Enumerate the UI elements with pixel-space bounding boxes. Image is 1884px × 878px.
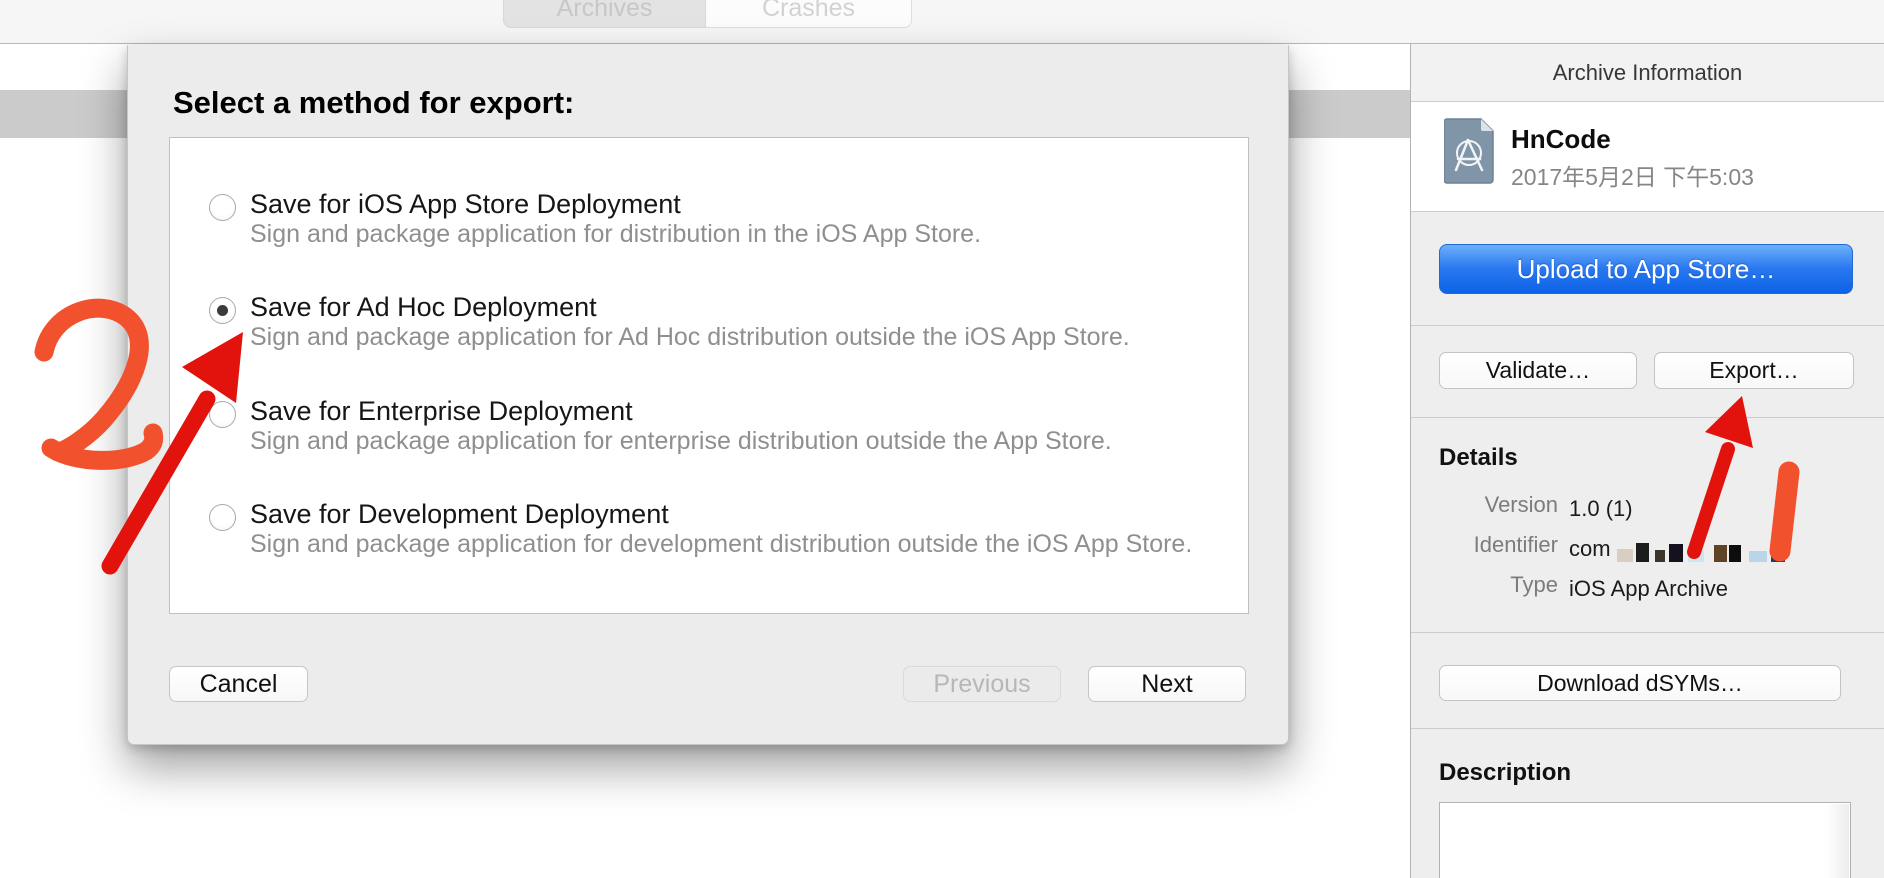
option-subtitle: Sign and package application for develop…: [250, 530, 1192, 559]
validate-button[interactable]: Validate…: [1439, 352, 1637, 389]
identifier-value: com: [1569, 532, 1785, 562]
detail-row-type: Type iOS App Archive: [1411, 572, 1884, 602]
description-scrollbar[interactable]: [1828, 804, 1849, 878]
type-label: Type: [1411, 572, 1558, 602]
description-textarea[interactable]: [1439, 802, 1851, 878]
option-title: Save for iOS App Store Deployment: [250, 189, 681, 220]
archive-date: 2017年5月2日 下午5:03: [1511, 158, 1754, 192]
option-app-store-deployment[interactable]: Save for iOS App Store Deployment Sign a…: [170, 189, 1248, 259]
archive-information-header: Archive Information: [1411, 44, 1884, 102]
details-heading: Details: [1439, 444, 1518, 472]
radio-ad-hoc-selected[interactable]: [209, 297, 236, 324]
cancel-button[interactable]: Cancel: [169, 666, 308, 702]
app-archive-icon: [1444, 118, 1496, 184]
dialog-title: Select a method for export:: [173, 85, 574, 121]
type-value: iOS App Archive: [1569, 572, 1728, 602]
option-title: Save for Ad Hoc Deployment: [250, 292, 597, 323]
export-options-box: Save for iOS App Store Deployment Sign a…: [169, 137, 1249, 614]
archive-information-panel: Archive Information HnCode 2017年5月2日 下午5…: [1410, 44, 1884, 878]
detail-row-identifier: Identifier com: [1411, 532, 1884, 562]
next-button[interactable]: Next: [1088, 666, 1246, 702]
detail-row-version: Version 1.0 (1): [1411, 492, 1884, 522]
upload-to-app-store-button[interactable]: Upload to App Store…: [1439, 244, 1853, 294]
radio-dot: [217, 305, 228, 316]
option-title: Save for Enterprise Deployment: [250, 396, 633, 427]
description-section: Description: [1411, 729, 1884, 878]
download-dsyms-button[interactable]: Download dSYMs…: [1439, 665, 1841, 701]
option-subtitle: Sign and package application for Ad Hoc …: [250, 323, 1130, 352]
app-name: HnCode: [1511, 124, 1611, 155]
option-title: Save for Development Deployment: [250, 499, 669, 530]
export-button[interactable]: Export…: [1654, 352, 1854, 389]
validate-export-section: Validate… Export…: [1411, 326, 1884, 418]
description-heading: Description: [1439, 759, 1571, 787]
option-enterprise-deployment[interactable]: Save for Enterprise Deployment Sign and …: [170, 396, 1248, 466]
details-section: Details Version 1.0 (1) Identifier com: [1411, 418, 1884, 633]
tab-archives[interactable]: Archives: [503, 0, 706, 28]
organizer-toolbar: Archives Crashes: [0, 0, 1884, 44]
dsyms-section: Download dSYMs…: [1411, 633, 1884, 729]
version-value: 1.0 (1): [1569, 492, 1633, 522]
identifier-label: Identifier: [1411, 532, 1558, 562]
radio-development[interactable]: [209, 504, 236, 531]
upload-section: Upload to App Store…: [1411, 212, 1884, 326]
previous-button[interactable]: Previous: [903, 666, 1061, 702]
option-subtitle: Sign and package application for distrib…: [250, 220, 981, 249]
identifier-censored-blocks: [1613, 543, 1785, 562]
xcode-organizer-window: Archives Crashes Select a method for exp…: [0, 0, 1884, 878]
tab-crashes[interactable]: Crashes: [706, 0, 912, 28]
archive-item: HnCode 2017年5月2日 下午5:03: [1411, 102, 1884, 212]
option-ad-hoc-deployment[interactable]: Save for Ad Hoc Deployment Sign and pack…: [170, 292, 1248, 362]
version-label: Version: [1411, 492, 1558, 522]
organizer-tab-bar: Archives Crashes: [503, 0, 912, 28]
option-subtitle: Sign and package application for enterpr…: [250, 427, 1112, 456]
radio-enterprise[interactable]: [209, 401, 236, 428]
radio-app-store[interactable]: [209, 194, 236, 221]
option-development-deployment[interactable]: Save for Development Deployment Sign and…: [170, 499, 1248, 569]
export-method-dialog: Select a method for export: Save for iOS…: [127, 45, 1289, 745]
